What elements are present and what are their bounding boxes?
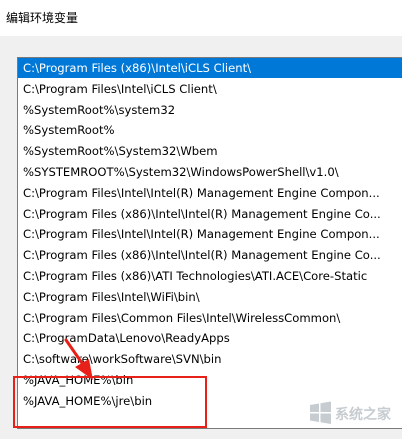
path-list-item[interactable]: %SystemRoot%\System32\Wbem <box>18 141 402 162</box>
path-list-item[interactable]: C:\ProgramData\Lenovo\ReadyApps <box>18 328 402 350</box>
path-list-item[interactable]: C:\Program Files (x86)\Intel\Intel(R) Ma… <box>18 245 402 266</box>
path-list-item[interactable]: %SystemRoot% <box>18 120 402 142</box>
path-list-item[interactable]: C:\Program Files (x86)\ATI Technologies\… <box>18 266 402 287</box>
path-list-item[interactable]: C:\Program Files\Common Files\Intel\Wire… <box>18 308 402 329</box>
path-list[interactable]: C:\Program Files (x86)\Intel\iCLS Client… <box>17 57 402 429</box>
window-title: 编辑环境变量 <box>6 11 79 25</box>
path-list-item[interactable]: C:\Program Files (x86)\Intel\iCLS Client… <box>18 58 402 79</box>
path-list-item-java-home-bin[interactable]: %JAVA_HOME%\bin <box>18 370 402 391</box>
path-list-item[interactable]: C:\Program Files\Intel\iCLS Client\ <box>18 79 402 100</box>
title-bar: 编辑环境变量 <box>0 0 402 36</box>
path-list-item[interactable]: C:\Program Files (x86)\Intel\Intel(R) Ma… <box>18 204 402 225</box>
path-list-item[interactable]: C:\software\workSoftware\SVN\bin <box>18 349 402 370</box>
path-list-item[interactable]: C:\Program Files\Intel\Intel(R) Manageme… <box>18 224 402 246</box>
path-list-item[interactable]: %SystemRoot%\system32 <box>18 100 402 121</box>
path-list-item[interactable]: C:\Program Files\Intel\Intel(R) Manageme… <box>18 183 402 204</box>
path-list-item-java-home-jre-bin[interactable]: %JAVA_HOME%\jre\bin <box>18 391 402 412</box>
path-list-item[interactable]: C:\Program Files\Intel\WiFi\bin\ <box>18 287 402 308</box>
path-list-item[interactable]: %SYSTEMROOT%\System32\WindowsPowerShell\… <box>18 162 402 183</box>
